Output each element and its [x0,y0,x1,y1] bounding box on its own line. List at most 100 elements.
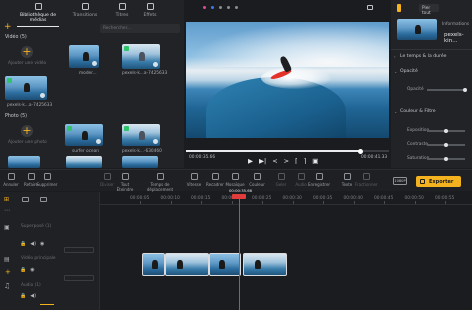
ruler-baseline [100,204,472,205]
next-frame-icon[interactable]: > [284,157,289,165]
tab-effects[interactable]: Effets [132,3,168,18]
timeline-clip-1[interactable] [142,253,165,276]
chevron-down-icon[interactable]: ⌄ [394,69,397,74]
mark-out-icon[interactable]: ⌉ [304,157,307,165]
chevron-down-icon[interactable]: ⌄ [394,109,397,114]
overlay-track-controls: 🔒 ◀) ◉ [20,241,44,247]
contrast-slider[interactable] [427,142,465,147]
track-name-audio: Audio (1) [21,283,41,288]
text-icon [343,173,351,180]
tool-label: Texte [341,182,353,187]
snap-icon[interactable] [22,197,29,202]
clip-preview-thumb [397,19,437,40]
add-video-label: Ajouter une vidéo [8,61,47,66]
track-button-main[interactable] [64,275,94,281]
opacity-slider-knob[interactable] [463,87,467,92]
track-button-overlay[interactable] [64,247,94,253]
color-dot-icon[interactable] [235,6,238,9]
tool-crop[interactable]: Recadrer [204,171,226,187]
speaker-icon[interactable]: ◀) [30,293,36,299]
photo-thumb-1[interactable] [65,124,103,146]
photo-thumb-4[interactable] [66,156,102,168]
export-button[interactable]: Exporter [416,176,461,187]
info-icon[interactable] [96,139,101,144]
mark-in-icon[interactable]: ⌈ [295,157,298,165]
tool-fraction[interactable]: Fractionner [355,171,378,187]
tool-undo[interactable]: Annuler [0,171,22,187]
prev-frame-icon[interactable]: < [272,157,277,165]
exposure-slider-knob[interactable] [444,128,448,133]
playback-progress-knob[interactable] [358,148,364,154]
resolution-badge[interactable]: 1080P [393,177,407,185]
info-icon[interactable] [92,61,97,66]
tool-color[interactable]: Couleur [246,171,268,187]
tool-record[interactable]: Enregistrer [308,171,330,187]
lock-icon[interactable]: 🔒 [20,267,26,273]
tool-power[interactable]: Tout Éteindre [114,171,136,192]
lock-icon[interactable]: 🔒 [20,293,26,299]
tool-speed[interactable]: Vitesse [183,171,205,187]
replace-button[interactable]: Pier tout [419,4,439,16]
color-dot-icon[interactable] [219,6,222,9]
info-icon[interactable] [153,62,158,67]
contrast-slider-knob[interactable] [444,142,448,147]
exposure-label: Exposition [407,128,430,133]
eye-icon[interactable]: ◉ [30,267,34,273]
color-dot-icon[interactable] [203,6,206,9]
music-note-icon: ♫ [4,282,11,290]
surfer-figure [176,260,183,270]
timeline-zoom-marker[interactable] [40,304,54,305]
section-time-duration[interactable]: Le temps & la durée [400,54,447,59]
photo-thumb-2[interactable] [122,124,160,146]
video-preview[interactable] [186,22,389,138]
search-input[interactable]: Rechercher... [100,24,180,33]
playback-progress[interactable] [186,148,389,154]
timeline-clip-4[interactable] [243,253,287,276]
color-dot-icon[interactable] [227,6,230,9]
chevron-right-icon[interactable]: › [394,54,396,59]
section-opacity[interactable]: Opacité [400,69,418,74]
add-video-button[interactable]: + [21,46,33,58]
tool-mosaic[interactable]: Mosaïque [224,171,246,187]
photo-section-title[interactable]: Photo (5) [5,114,27,119]
saturation-slider[interactable] [427,156,465,161]
section-color-filter[interactable]: Couleur & Filtre [400,109,436,114]
color-dot-icon[interactable] [211,6,214,9]
fullscreen-icon[interactable] [367,5,373,10]
timeline-clip-2[interactable] [165,253,209,276]
timeline-clip-3[interactable] [209,253,241,276]
add-media-icon[interactable]: + [4,23,12,32]
info-icon[interactable] [40,93,45,98]
tool-freeze[interactable]: Geler [270,171,292,187]
add-track-icon[interactable]: ⊞ [4,196,9,203]
video-thumb-3[interactable] [5,76,47,100]
eye-icon[interactable]: ◉ [40,241,44,247]
tab-media-library[interactable]: Bibliothèque de médias [13,3,63,27]
drag-handle-icon[interactable]: ⋯ [4,207,10,214]
photo-thumb-5[interactable] [122,156,158,168]
snapshot-icon[interactable]: ▣ [312,157,318,165]
link-icon[interactable] [40,197,47,202]
video-thumb-2[interactable] [122,44,160,69]
saturation-slider-knob[interactable] [444,156,448,161]
info-icon[interactable] [153,139,158,144]
video-thumb-1[interactable] [69,45,99,68]
add-to-track-icon[interactable]: + [5,268,11,276]
lock-icon[interactable]: 🔒 [20,241,26,247]
step-icon[interactable]: ▶| [259,157,266,165]
playhead-line[interactable] [238,199,240,310]
tool-move-time[interactable]: Temps de déplacement [140,171,180,192]
exposure-slider[interactable] [427,128,465,133]
speaker-icon[interactable]: ◀) [30,241,36,247]
surfer-figure [219,260,225,270]
add-photo-button[interactable]: + [21,125,33,137]
tool-label: Supprimer [36,182,58,187]
surfer-figure [415,25,421,35]
photo-thumb-3[interactable] [8,156,40,168]
video-section-title[interactable]: Vidéo (5) [5,35,27,40]
opacity-slider[interactable] [427,87,467,92]
main-track-controls: 🔒 ◉ [20,267,35,273]
tab-transitions[interactable]: Transitions [67,3,103,18]
play-icon[interactable]: ▶ [248,157,253,165]
tool-delete[interactable]: Supprimer [36,171,58,187]
